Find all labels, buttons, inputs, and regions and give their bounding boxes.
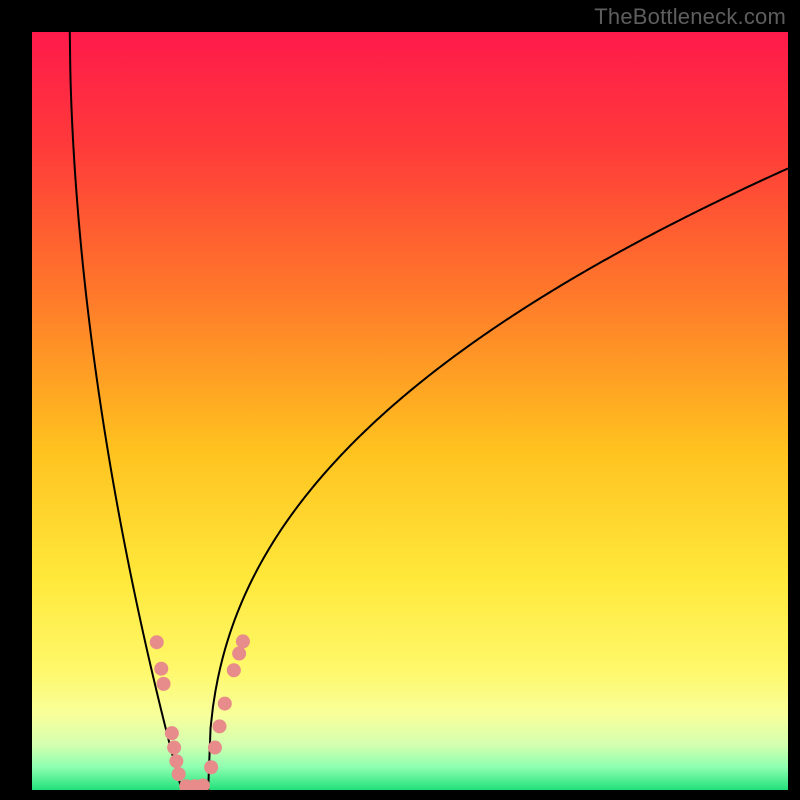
marker-right-dots-3	[218, 697, 232, 711]
marker-right-dots-6	[236, 634, 250, 648]
plot-area	[32, 32, 788, 790]
watermark-text: TheBottleneck.com	[594, 4, 786, 30]
curve-right-branch	[208, 168, 788, 790]
marker-left-dots-5	[169, 754, 183, 768]
marker-right-dots-0	[204, 760, 218, 774]
marker-left-dots-4	[167, 741, 181, 755]
marker-left-dots-1	[154, 662, 168, 676]
marker-right-dots-4	[227, 663, 241, 677]
marker-left-dots-3	[165, 726, 179, 740]
canvas: TheBottleneck.com	[0, 0, 800, 800]
marker-left-dots-0	[150, 635, 164, 649]
marker-left-dots-6	[172, 767, 186, 781]
marker-right-dots-1	[208, 741, 222, 755]
chart-svg	[32, 32, 788, 790]
marker-right-dots-2	[212, 719, 226, 733]
marker-left-dots-2	[157, 677, 171, 691]
curve-left-branch	[70, 32, 182, 790]
marker-right-dots-5	[232, 647, 246, 661]
